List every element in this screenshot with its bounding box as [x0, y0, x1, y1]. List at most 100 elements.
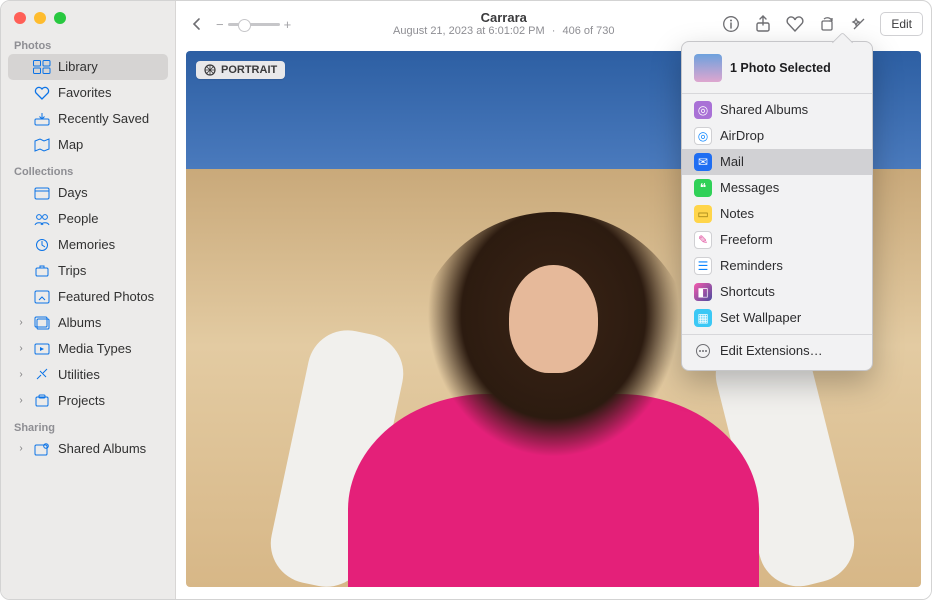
favorite-button[interactable]	[780, 10, 810, 38]
disclosure-icon[interactable]: ›	[16, 391, 26, 411]
shared-albums-icon	[33, 440, 51, 458]
sidebar-item-label: Trips	[58, 261, 160, 281]
info-icon	[722, 15, 740, 33]
sidebar-item-label: Recently Saved	[58, 109, 160, 129]
sidebar-item-days[interactable]: › Days	[8, 180, 168, 206]
sidebar-header-photos: Photos	[1, 32, 175, 54]
shortcuts-app-icon: ◧	[694, 283, 712, 301]
photos-window: Photos › Library › Favorites ›	[0, 0, 932, 600]
photo-content	[414, 212, 693, 555]
heart-icon	[786, 16, 804, 32]
share-item-airdrop[interactable]: ◎ AirDrop	[682, 123, 872, 149]
wallpaper-icon: ▦	[694, 309, 712, 327]
tray-down-icon	[33, 110, 51, 128]
sidebar-item-label: Media Types	[58, 339, 160, 359]
share-item-label: Set Wallpaper	[720, 308, 801, 328]
sidebar-item-favorites[interactable]: › Favorites	[8, 80, 168, 106]
featured-icon	[33, 288, 51, 306]
share-item-reminders[interactable]: ☰ Reminders	[682, 253, 872, 279]
sidebar-item-shared-albums[interactable]: › Shared Albums	[8, 436, 168, 462]
sidebar-item-trips[interactable]: › Trips	[8, 258, 168, 284]
media-types-icon	[33, 340, 51, 358]
share-item-shared-albums[interactable]: ◎ Shared Albums	[682, 97, 872, 123]
zoom-out-icon: −	[216, 17, 224, 32]
photo-subtitle: August 21, 2023 at 6:01:02 PM · 406 of 7…	[297, 25, 710, 38]
chevron-left-icon	[190, 17, 204, 31]
people-icon	[33, 210, 51, 228]
window-close-button[interactable]	[14, 12, 26, 24]
sidebar-item-albums[interactable]: › Albums	[8, 310, 168, 336]
suitcase-icon	[33, 262, 51, 280]
title-area: Carrara August 21, 2023 at 6:01:02 PM · …	[297, 10, 710, 39]
sidebar: Photos › Library › Favorites ›	[1, 1, 176, 599]
sidebar-item-memories[interactable]: › Memories	[8, 232, 168, 258]
share-item-label: Edit Extensions…	[720, 341, 823, 361]
memories-icon	[33, 236, 51, 254]
share-item-label: Reminders	[720, 256, 783, 276]
rotate-icon	[818, 15, 836, 33]
sidebar-header-sharing: Sharing	[1, 414, 175, 436]
sidebar-item-label: Days	[58, 183, 160, 203]
toolbar-right: Edit	[716, 10, 923, 38]
zoom-track[interactable]	[228, 23, 280, 26]
sidebar-item-label: People	[58, 209, 160, 229]
zoom-in-icon: +	[284, 17, 292, 32]
sidebar-item-map[interactable]: › Map	[8, 132, 168, 158]
share-item-label: Messages	[720, 178, 779, 198]
edit-button[interactable]: Edit	[880, 12, 923, 36]
sidebar-header-collections: Collections	[1, 158, 175, 180]
wand-icon	[850, 15, 868, 33]
sidebar-item-featured[interactable]: › Featured Photos	[8, 284, 168, 310]
projects-icon	[33, 392, 51, 410]
share-selection-label: 1 Photo Selected	[730, 61, 831, 75]
freeform-app-icon: ✎	[694, 231, 712, 249]
disclosure-icon[interactable]: ›	[16, 365, 26, 385]
sidebar-list-photos: › Library › Favorites › Recently Saved	[1, 54, 175, 158]
window-controls	[1, 1, 175, 32]
back-button[interactable]	[184, 10, 210, 38]
disclosure-icon[interactable]: ›	[16, 339, 26, 359]
sidebar-item-label: Library	[58, 57, 160, 77]
sidebar-item-projects[interactable]: › Projects	[8, 388, 168, 414]
sidebar-item-media-types[interactable]: › Media Types	[8, 336, 168, 362]
sidebar-item-utilities[interactable]: › Utilities	[8, 362, 168, 388]
utilities-icon	[33, 366, 51, 384]
portrait-badge: PORTRAIT	[196, 61, 285, 79]
badge-label: PORTRAIT	[221, 64, 277, 76]
share-item-shortcuts[interactable]: ◧ Shortcuts	[682, 279, 872, 305]
photo-date: August 21, 2023 at 6:01:02 PM	[393, 25, 545, 37]
share-button[interactable]	[748, 10, 778, 38]
window-minimize-button[interactable]	[34, 12, 46, 24]
share-item-label: Shortcuts	[720, 282, 775, 302]
disclosure-icon[interactable]: ›	[16, 313, 26, 333]
sidebar-item-people[interactable]: › People	[8, 206, 168, 232]
sidebar-item-label: Albums	[58, 313, 160, 333]
sidebar-item-label: Projects	[58, 391, 160, 411]
share-item-notes[interactable]: ▭ Notes	[682, 201, 872, 227]
airdrop-icon: ◎	[694, 127, 712, 145]
map-icon	[33, 136, 51, 154]
share-item-freeform[interactable]: ✎ Freeform	[682, 227, 872, 253]
info-button[interactable]	[716, 10, 746, 38]
share-item-wallpaper[interactable]: ▦ Set Wallpaper	[682, 305, 872, 331]
sidebar-item-library[interactable]: › Library	[8, 54, 168, 80]
calendar-icon	[33, 184, 51, 202]
disclosure-icon[interactable]: ›	[16, 439, 26, 459]
photo-index: 406 of 730	[562, 25, 614, 37]
share-item-label: Shared Albums	[720, 100, 808, 120]
share-item-messages[interactable]: ❝ Messages	[682, 175, 872, 201]
main-area: − + Carrara August 21, 2023 at 6:01:02 P…	[176, 1, 931, 599]
share-item-label: AirDrop	[720, 126, 764, 146]
sidebar-item-recently-saved[interactable]: › Recently Saved	[8, 106, 168, 132]
rotate-button[interactable]	[812, 10, 842, 38]
share-item-label: Freeform	[720, 230, 773, 250]
heart-icon	[33, 84, 51, 102]
photo-title: Carrara	[297, 10, 710, 26]
auto-enhance-button[interactable]	[844, 10, 874, 38]
share-item-mail[interactable]: ✉ Mail	[682, 149, 872, 175]
window-zoom-button[interactable]	[54, 12, 66, 24]
share-item-edit-extensions[interactable]: Edit Extensions…	[682, 338, 872, 364]
aperture-icon	[204, 64, 216, 76]
zoom-slider[interactable]: − +	[216, 17, 291, 32]
mail-app-icon: ✉	[694, 153, 712, 171]
